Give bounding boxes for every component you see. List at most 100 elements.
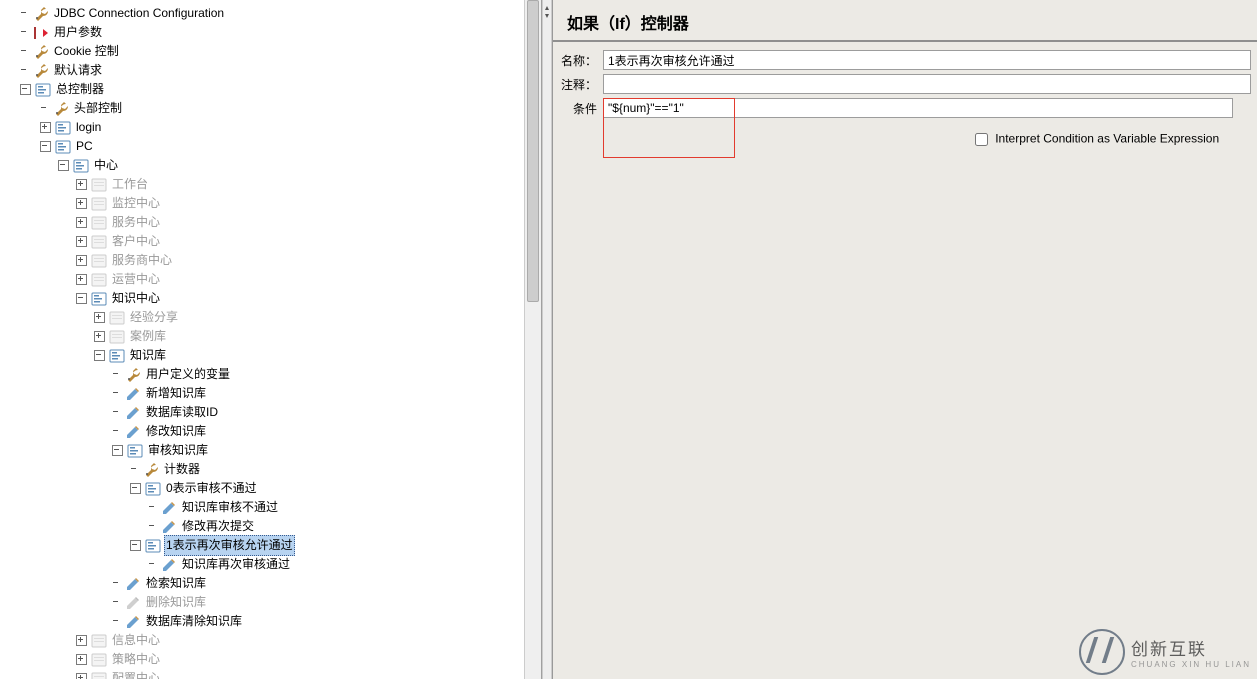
wrench-icon [125, 367, 141, 383]
tree-label: 用户参数 [52, 23, 104, 42]
expand-icon[interactable] [94, 312, 105, 323]
dimfolder-icon [91, 177, 107, 193]
expand-icon[interactable] [76, 198, 87, 209]
dimfolder-icon [91, 253, 107, 269]
tree-node-auditKb[interactable]: 审核知识库 [0, 441, 541, 460]
dimfolder-icon [91, 652, 107, 668]
tree-node-configCenter[interactable]: 配置中心 [0, 669, 541, 679]
tree-node-headCtrl[interactable]: 头部控制 [0, 99, 541, 118]
collapse-icon[interactable] [130, 483, 141, 494]
interpret-checkbox[interactable] [975, 133, 988, 146]
pane-splitter[interactable] [542, 0, 552, 679]
tree-leaf-spacer [112, 598, 121, 607]
expand-icon[interactable] [76, 236, 87, 247]
tree-pane[interactable]: JDBC Connection Configuration用户参数Cookie … [0, 0, 542, 679]
expand-icon[interactable] [76, 635, 87, 646]
comment-label: 注释： [559, 76, 597, 93]
tree-label: 用户定义的变量 [144, 365, 232, 384]
collapse-icon[interactable] [112, 445, 123, 456]
logo-text-main: 创新互联 [1131, 635, 1251, 660]
expand-icon[interactable] [94, 331, 105, 342]
tree-scrollbar[interactable] [524, 0, 541, 679]
tree-node-monitor[interactable]: 监控中心 [0, 194, 541, 213]
logo-mark-icon [1079, 629, 1125, 675]
controller-icon [35, 82, 51, 98]
tree-node-dbClearKb[interactable]: 数据库清除知识库 [0, 612, 541, 631]
tree-label: 修改再次提交 [180, 517, 256, 536]
collapse-icon[interactable] [94, 350, 105, 361]
tree-node-userParams[interactable]: 用户参数 [0, 23, 541, 42]
tree-leaf-spacer [130, 465, 139, 474]
tree-node-workbench[interactable]: 工作台 [0, 175, 541, 194]
tree-node-knowledge[interactable]: 知识中心 [0, 289, 541, 308]
tree-node-pc[interactable]: PC [0, 137, 541, 156]
tree-node-jdbc[interactable]: JDBC Connection Configuration [0, 4, 541, 23]
tree-leaf-spacer [148, 503, 157, 512]
controller-icon [127, 443, 143, 459]
expand-icon[interactable] [76, 179, 87, 190]
tree-node-expShare[interactable]: 经验分享 [0, 308, 541, 327]
tree-node-zeroFail[interactable]: 0表示审核不通过 [0, 479, 541, 498]
collapse-icon[interactable] [40, 141, 51, 152]
controller-icon [145, 481, 161, 497]
tree-node-center[interactable]: 中心 [0, 156, 541, 175]
tree-label: 经验分享 [128, 308, 180, 327]
tree-node-deleteKb[interactable]: 删除知识库 [0, 593, 541, 612]
collapse-icon[interactable] [20, 84, 31, 95]
tree-node-cookieCtrl[interactable]: Cookie 控制 [0, 42, 541, 61]
tree-label: 客户中心 [110, 232, 162, 251]
tree-node-operation[interactable]: 运营中心 [0, 270, 541, 289]
expand-icon[interactable] [76, 673, 87, 679]
tree-label: 计数器 [162, 460, 202, 479]
tree-node-counter[interactable]: 计数器 [0, 460, 541, 479]
tree-node-infoCenter[interactable]: 信息中心 [0, 631, 541, 650]
tree-node-onePass[interactable]: 1表示再次审核允许通过 [0, 536, 541, 555]
panel-header: 如果（If）控制器 [553, 0, 1257, 42]
pencil-icon [125, 405, 141, 421]
tree-label: 配置中心 [110, 669, 162, 679]
tree-node-login[interactable]: login [0, 118, 541, 137]
tree-label: 服务商中心 [110, 251, 174, 270]
name-input[interactable] [603, 50, 1251, 70]
tree-node-kb[interactable]: 知识库 [0, 346, 541, 365]
tree-node-searchKb[interactable]: 检索知识库 [0, 574, 541, 593]
condition-label: 条件 [559, 98, 597, 117]
tree-node-masterCtrl[interactable]: 总控制器 [0, 80, 541, 99]
tree-node-defaultReq[interactable]: 默认请求 [0, 61, 541, 80]
tree-leaf-spacer [20, 66, 29, 75]
tree-label: 0表示审核不通过 [164, 479, 259, 498]
comment-input[interactable] [603, 74, 1251, 94]
collapse-icon[interactable] [76, 293, 87, 304]
tree-node-kbReauditPass[interactable]: 知识库再次审核通过 [0, 555, 541, 574]
tree-node-customer[interactable]: 客户中心 [0, 232, 541, 251]
pencil-icon [125, 576, 141, 592]
collapse-icon[interactable] [58, 160, 69, 171]
collapse-icon[interactable] [130, 540, 141, 551]
dimfolder-icon [91, 633, 107, 649]
pencilDim-icon [125, 595, 141, 611]
tree-node-vendor[interactable]: 服务商中心 [0, 251, 541, 270]
tree-node-service[interactable]: 服务中心 [0, 213, 541, 232]
expand-icon[interactable] [76, 255, 87, 266]
dimfolder-icon [109, 310, 125, 326]
tree-node-strategyCenter[interactable]: 策略中心 [0, 650, 541, 669]
tree-node-editKb[interactable]: 修改知识库 [0, 422, 541, 441]
expand-icon[interactable] [76, 217, 87, 228]
expand-icon[interactable] [76, 274, 87, 285]
controller-icon [91, 291, 107, 307]
tree-node-userVars[interactable]: 用户定义的变量 [0, 365, 541, 384]
tree-leaf-spacer [148, 522, 157, 531]
condition-input[interactable] [603, 98, 1233, 118]
tree-node-caseLib[interactable]: 案例库 [0, 327, 541, 346]
tree-node-addKb[interactable]: 新增知识库 [0, 384, 541, 403]
tree-label: 服务中心 [110, 213, 162, 232]
tree-node-kbAuditFail[interactable]: 知识库审核不通过 [0, 498, 541, 517]
tree-label: 知识库再次审核通过 [180, 555, 292, 574]
tree-node-dbReadId[interactable]: 数据库读取ID [0, 403, 541, 422]
logo-text-sub: CHUANG XIN HU LIAN [1131, 660, 1251, 669]
tree-label: PC [74, 137, 95, 156]
expand-icon[interactable] [76, 654, 87, 665]
dimfolder-icon [109, 329, 125, 345]
expand-icon[interactable] [40, 122, 51, 133]
tree-node-editResubmit[interactable]: 修改再次提交 [0, 517, 541, 536]
